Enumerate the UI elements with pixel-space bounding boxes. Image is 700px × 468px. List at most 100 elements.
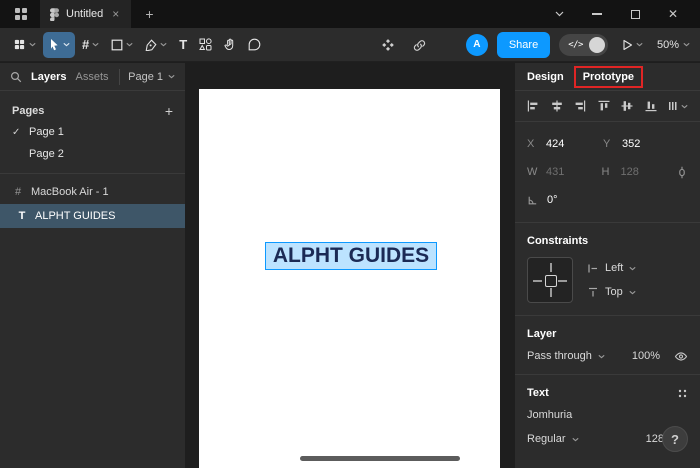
help-button[interactable]: ? (662, 426, 688, 452)
height-value: 128 (621, 166, 639, 178)
horizontal-scrollbar[interactable] (300, 456, 460, 461)
text-tool-icon: T (179, 37, 187, 52)
text-tool-button[interactable]: T (174, 32, 192, 58)
close-tab-icon[interactable]: × (110, 8, 121, 20)
tidy-up-button[interactable] (668, 100, 688, 112)
comment-tool-button[interactable] (243, 32, 266, 58)
zoom-menu[interactable]: 50% (657, 39, 690, 51)
home-button[interactable] (8, 3, 34, 25)
align-right-icon[interactable] (574, 100, 586, 112)
constraints-widget[interactable] (527, 257, 573, 303)
visibility-eye-icon[interactable] (674, 351, 688, 362)
hand-tool-icon (224, 38, 236, 51)
layer-item-label: ALPHT GUIDES (35, 210, 116, 222)
font-style-dropdown[interactable]: Regular (527, 433, 579, 445)
page-item-page-1[interactable]: ✓ Page 1 (0, 121, 185, 143)
maximize-icon (631, 10, 640, 19)
blend-mode-value: Pass through (527, 350, 592, 362)
font-family-dropdown[interactable]: Jomhuria (527, 409, 688, 421)
window-maximize-button[interactable] (616, 0, 654, 28)
chevron-down-icon (598, 354, 605, 359)
pen-tool-button[interactable] (140, 32, 172, 58)
blend-mode-dropdown[interactable]: Pass through (527, 350, 632, 362)
align-left-icon[interactable] (527, 100, 539, 112)
toolbar: # T (0, 28, 700, 62)
text-header: Text (527, 387, 549, 399)
distribute-icon (668, 100, 679, 112)
styles-icon[interactable] (677, 388, 688, 399)
y-position-field[interactable]: Y 352 (603, 138, 679, 150)
constraint-bottom-tick (550, 288, 552, 297)
page-selector[interactable]: Page 1 (119, 69, 175, 85)
x-value: 424 (546, 138, 564, 150)
y-value: 352 (622, 138, 640, 150)
file-tab[interactable]: Untitled × (40, 0, 131, 28)
font-style-value: Regular (527, 433, 566, 445)
search-icon[interactable] (10, 71, 22, 83)
shape-tool-button[interactable] (106, 32, 138, 58)
layer-item-text-selected[interactable]: T ALPHT GUIDES (0, 204, 185, 228)
tab-prototype[interactable]: Prototype (583, 71, 634, 83)
frame-tool-button[interactable]: # (77, 32, 104, 58)
divider (119, 69, 120, 85)
pen-tool-icon (145, 39, 157, 51)
constrain-proportions-toggle[interactable] (676, 166, 688, 179)
right-panel-tabs: Design Prototype (515, 63, 700, 91)
present-button[interactable] (617, 32, 648, 58)
canvas-text-selection[interactable]: ALPHT GUIDES (265, 242, 437, 270)
tab-assets[interactable]: Assets (75, 71, 108, 83)
constraint-left-tick (533, 280, 542, 282)
width-field[interactable]: W 431 (527, 166, 602, 178)
main-menu-button[interactable] (8, 32, 41, 58)
rotation-value: 0° (547, 194, 558, 206)
rectangle-tool-icon (111, 39, 123, 51)
text-section: Text Jomhuria Regular 128 (515, 375, 700, 468)
horizontal-constraint-dropdown[interactable]: Left (587, 262, 636, 274)
toolbar-center-group (376, 28, 431, 62)
horizontal-constraint-icon (587, 263, 599, 274)
align-bottom-icon[interactable] (645, 100, 657, 112)
chevron-down-icon (629, 266, 636, 271)
resources-shapes-icon (199, 38, 212, 51)
align-horizontal-center-icon[interactable] (551, 100, 563, 112)
window-tab-bar: Untitled × + ✕ (0, 0, 700, 28)
constraint-right-tick (558, 280, 567, 282)
component-icon (381, 38, 395, 52)
window-menu-button[interactable] (540, 0, 578, 28)
window-minimize-button[interactable] (578, 0, 616, 28)
add-page-button[interactable]: + (165, 103, 173, 119)
constrain-proportions-icon (676, 166, 688, 179)
create-link-button[interactable] (408, 32, 431, 58)
tab-design[interactable]: Design (527, 71, 564, 83)
position-section: X 424 Y 352 W 431 H 128 (515, 122, 700, 223)
text-layer-icon: T (16, 210, 28, 222)
resources-button[interactable] (194, 32, 217, 58)
layer-section: Layer Pass through 100% (515, 316, 700, 375)
move-tool-button[interactable] (43, 32, 75, 58)
share-button[interactable]: Share (497, 32, 550, 58)
canvas-frame-macbook-air-1[interactable]: ALPHT GUIDES (199, 89, 500, 468)
new-tab-button[interactable]: + (137, 6, 161, 22)
page-item-page-2[interactable]: Page 2 (0, 143, 185, 165)
x-position-field[interactable]: X 424 (527, 138, 603, 150)
rotation-field[interactable]: 0° (527, 194, 603, 206)
window-close-button[interactable]: ✕ (654, 0, 692, 28)
hand-tool-button[interactable] (219, 32, 241, 58)
align-top-icon[interactable] (598, 100, 610, 112)
chevron-down-icon (572, 437, 579, 442)
pages-header-label: Pages (12, 105, 44, 117)
user-avatar[interactable]: A (466, 34, 488, 56)
canvas[interactable]: ALPHT GUIDES (185, 63, 515, 468)
layer-header: Layer (527, 328, 556, 340)
toolbar-right-group: A Share </> 50% (466, 32, 692, 58)
create-component-button[interactable] (376, 32, 400, 58)
comment-bubble-icon (248, 38, 261, 51)
tab-layers[interactable]: Layers (31, 71, 66, 83)
opacity-field[interactable]: 100% (632, 350, 660, 362)
vertical-constraint-dropdown[interactable]: Top (587, 286, 636, 298)
dev-mode-icon: </> (568, 40, 583, 50)
align-vertical-center-icon[interactable] (621, 100, 633, 112)
layer-item-frame[interactable]: # MacBook Air - 1 (0, 180, 185, 204)
height-field[interactable]: H 128 (602, 166, 677, 178)
dev-mode-toggle[interactable]: </> (559, 34, 608, 56)
